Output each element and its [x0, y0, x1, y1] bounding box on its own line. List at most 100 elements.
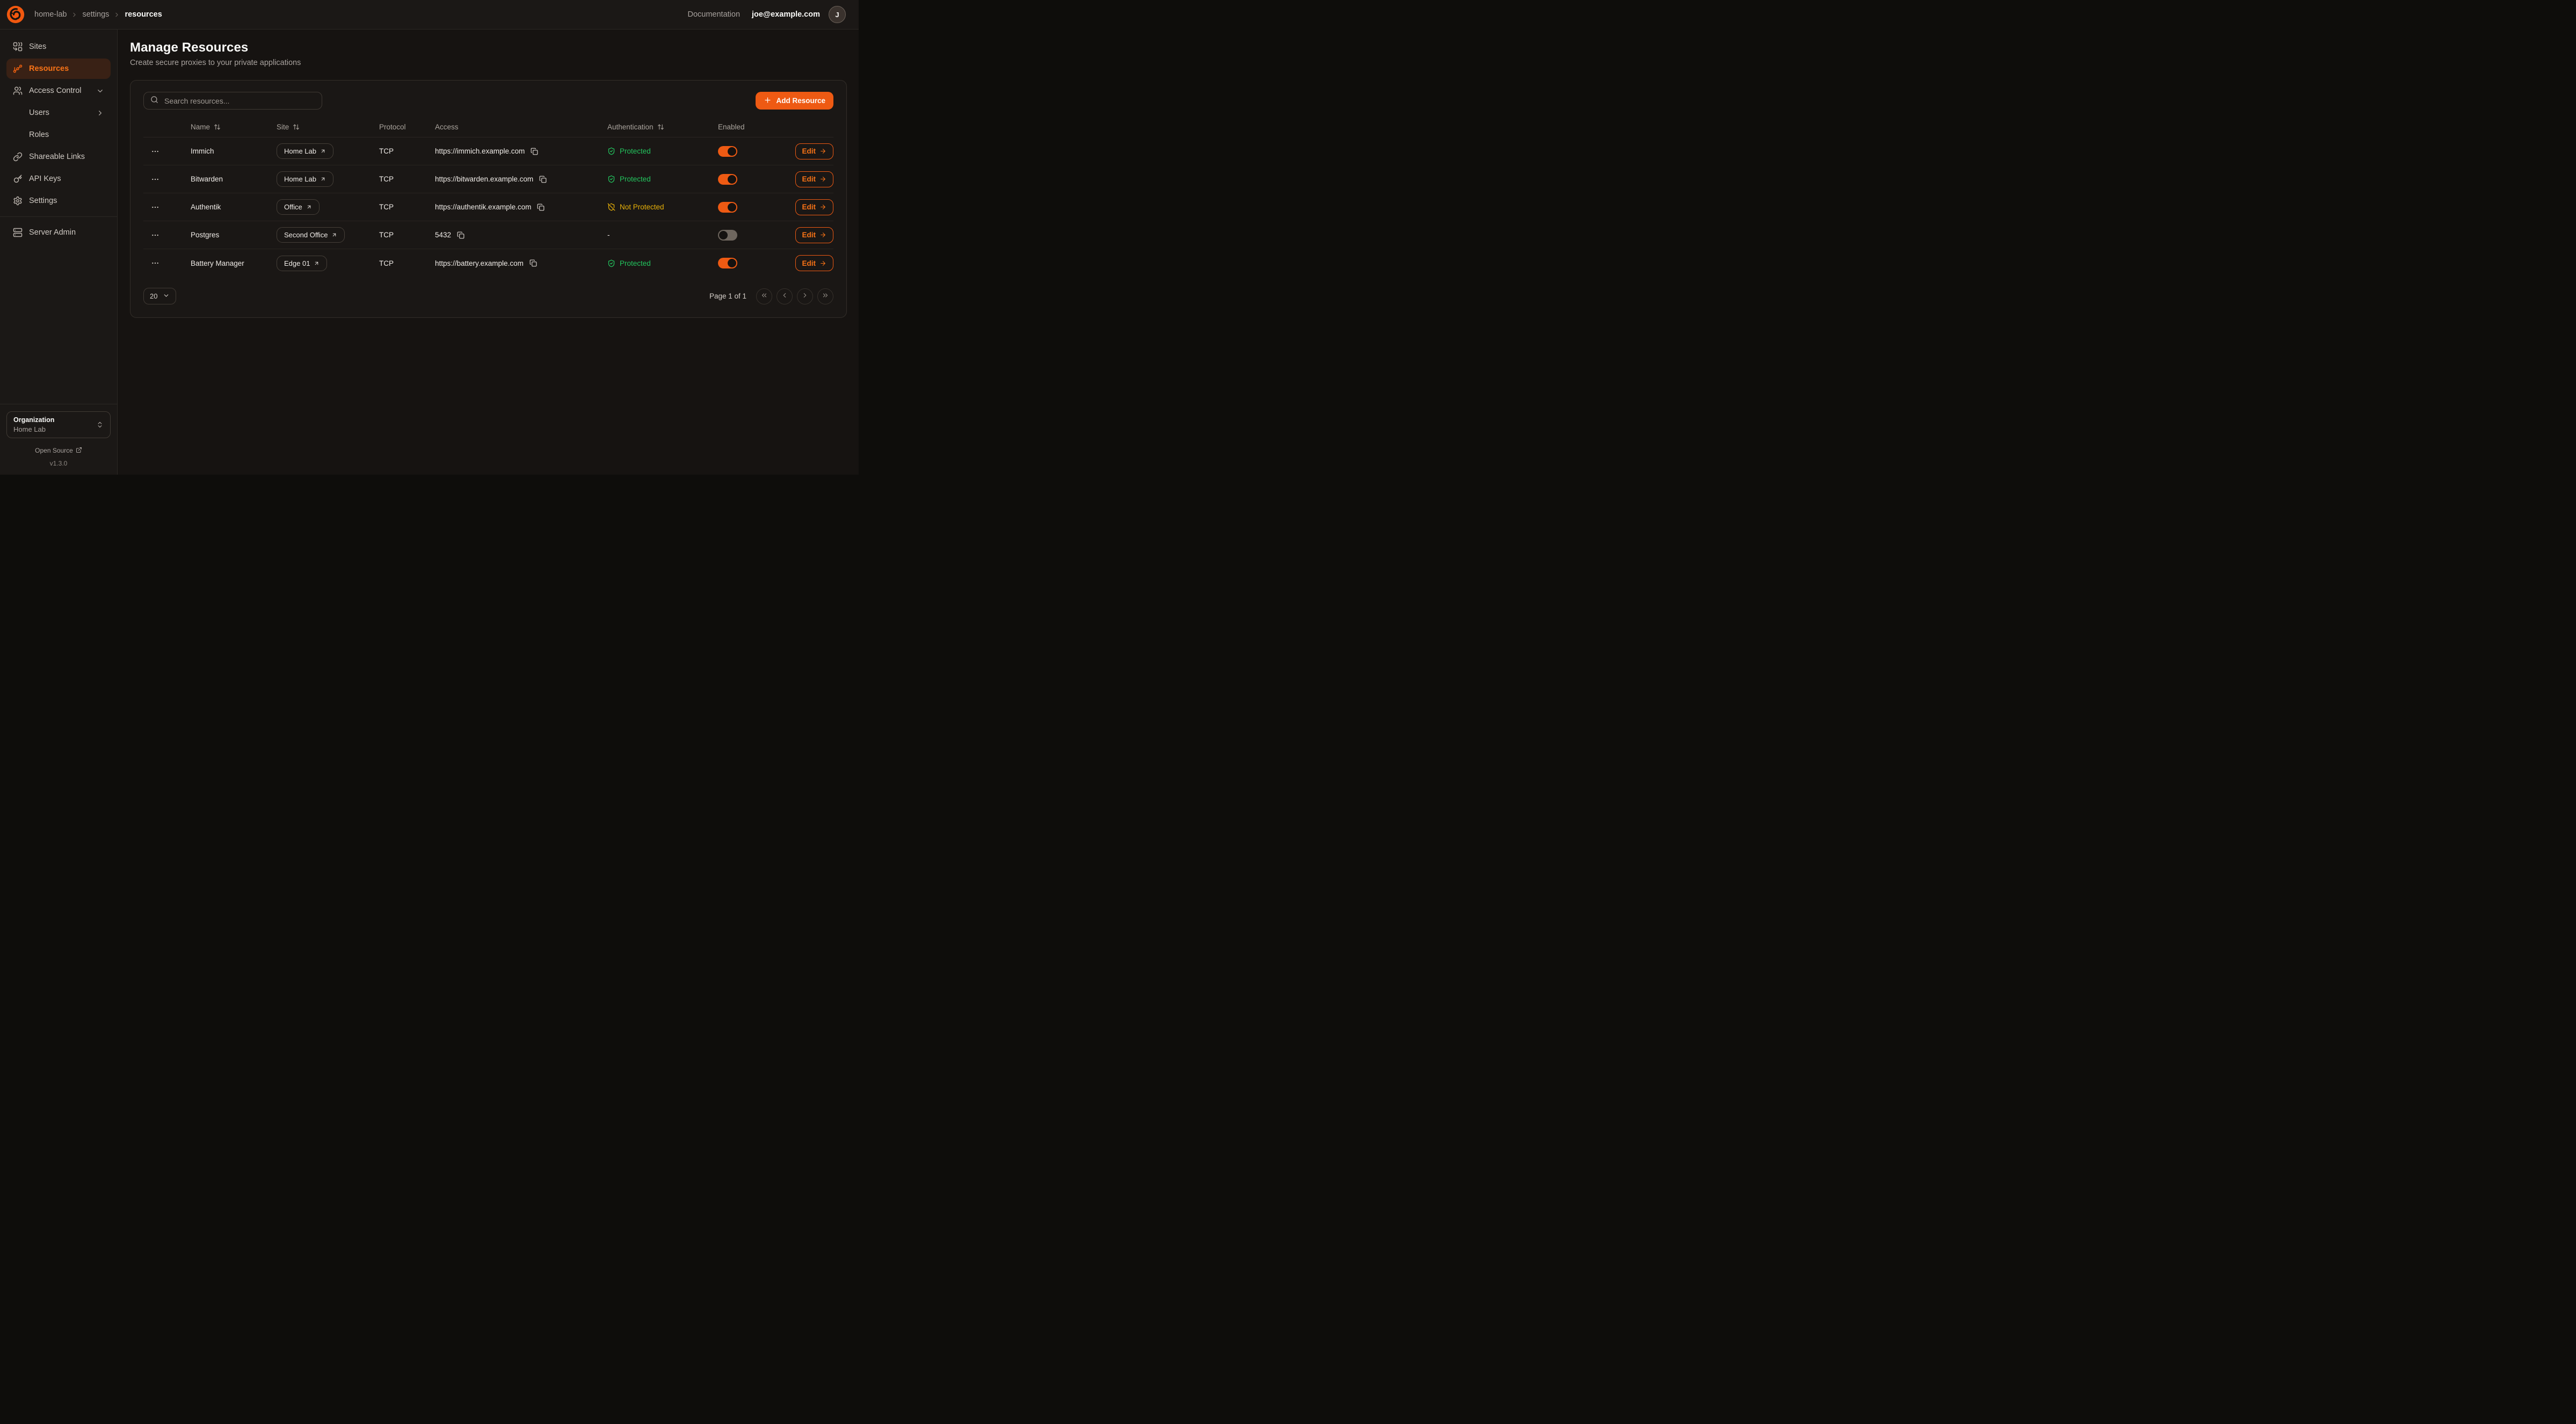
next-page-button[interactable] [797, 288, 813, 304]
breadcrumb-org[interactable]: home-lab [34, 10, 67, 19]
page-title: Manage Resources [130, 40, 847, 55]
edit-button[interactable]: Edit [795, 171, 834, 187]
access-value: https://bitwarden.example.com [435, 175, 533, 183]
enabled-toggle[interactable] [718, 174, 737, 185]
user-avatar[interactable]: J [829, 6, 846, 23]
sort-icon [293, 123, 300, 130]
ellipsis-icon [151, 147, 159, 156]
sidebar-item-roles[interactable]: Roles [6, 125, 111, 145]
copy-icon[interactable] [529, 147, 539, 156]
chevron-down-icon [96, 87, 104, 95]
column-label: Access [435, 123, 459, 131]
toggle-knob [728, 259, 736, 267]
auth-status: Protected [607, 175, 651, 183]
documentation-link[interactable]: Documentation [688, 10, 741, 19]
auth-status: Protected [607, 259, 651, 267]
protocol: TCP [379, 203, 435, 211]
shield-check-icon [607, 259, 615, 267]
external-link-icon [76, 447, 82, 455]
breadcrumb-separator-icon [113, 11, 120, 18]
enabled-toggle[interactable] [718, 230, 737, 241]
enabled-toggle[interactable] [718, 146, 737, 157]
enabled-toggle[interactable] [718, 258, 737, 268]
edit-button[interactable]: Edit [795, 227, 834, 243]
organization-selector[interactable]: Organization Home Lab [6, 411, 111, 438]
plus-icon [764, 96, 772, 106]
arrow-right-icon [819, 260, 826, 267]
toggle-knob [728, 203, 736, 212]
sidebar-item-settings[interactable]: Settings [6, 191, 111, 211]
edit-button[interactable]: Edit [795, 199, 834, 215]
sidebar-item-resources[interactable]: Resources [6, 59, 111, 79]
sidebar-item-label: Resources [29, 64, 69, 73]
column-header-name[interactable]: Name [191, 123, 277, 131]
row-menu-button[interactable] [143, 258, 163, 268]
chevrons-right-icon [822, 292, 829, 301]
waypoints-icon [13, 64, 23, 74]
shield-check-icon [607, 175, 615, 183]
sidebar-item-users[interactable]: Users [6, 103, 111, 123]
sidebar-item-label: Users [29, 108, 49, 117]
site-badge[interactable]: Second Office [277, 227, 345, 243]
auth-status: Not Protected [607, 203, 664, 211]
breadcrumb-settings[interactable]: settings [82, 10, 109, 19]
column-header-authentication[interactable]: Authentication [607, 123, 718, 131]
page-info: Page 1 of 1 [709, 292, 746, 300]
site-badge[interactable]: Home Lab [277, 143, 333, 159]
edit-button[interactable]: Edit [795, 255, 834, 271]
resource-name: Authentik [191, 203, 277, 211]
ellipsis-icon [151, 231, 159, 239]
first-page-button[interactable] [756, 288, 772, 304]
row-menu-button[interactable] [143, 202, 163, 213]
column-label: Site [277, 123, 289, 131]
resource-name: Postgres [191, 231, 277, 239]
site-badge[interactable]: Home Lab [277, 171, 333, 187]
open-source-link[interactable]: Open Source [35, 447, 82, 455]
row-menu-button[interactable] [143, 230, 163, 241]
access-value: 5432 [435, 231, 451, 239]
table-row-immich: ImmichHome LabTCPhttps://immich.example.… [143, 137, 833, 165]
edit-button[interactable]: Edit [795, 143, 834, 159]
copy-icon[interactable] [538, 175, 548, 184]
user-email[interactable]: joe@example.com [752, 10, 820, 19]
breadcrumb: home-lab settings resources [34, 10, 162, 19]
sidebar-item-access-control[interactable]: Access Control [6, 81, 111, 101]
version-label: v1.3.0 [6, 460, 111, 467]
gear-icon [13, 196, 23, 206]
site-badge[interactable]: Edge 01 [277, 256, 327, 271]
arrow-right-icon [819, 148, 826, 155]
sidebar-item-server-admin[interactable]: Server Admin [6, 222, 111, 243]
auth-label: Protected [620, 259, 651, 267]
chevron-right-icon [801, 292, 809, 301]
previous-page-button[interactable] [777, 288, 793, 304]
copy-icon[interactable] [456, 230, 466, 240]
search-icon [150, 96, 158, 106]
add-resource-button[interactable]: Add Resource [756, 92, 833, 110]
access-value: https://immich.example.com [435, 147, 525, 155]
copy-icon[interactable] [528, 258, 538, 268]
row-menu-button[interactable] [143, 174, 163, 185]
sort-icon [657, 123, 664, 130]
site-badge[interactable]: Office [277, 199, 320, 215]
column-header-site[interactable]: Site [277, 123, 379, 131]
sidebar-item-api-keys[interactable]: API Keys [6, 169, 111, 189]
main-content: Manage Resources Create secure proxies t… [118, 30, 859, 475]
chevron-left-icon [781, 292, 788, 301]
enabled-toggle[interactable] [718, 202, 737, 213]
search-input[interactable] [163, 96, 315, 106]
add-resource-label: Add Resource [776, 97, 825, 105]
site-name: Second Office [284, 231, 328, 239]
sidebar-item-sites[interactable]: Sites [6, 37, 111, 57]
chevrons-left-icon [760, 292, 768, 301]
auth-label: Protected [620, 175, 651, 183]
site-name: Home Lab [284, 147, 316, 155]
last-page-button[interactable] [817, 288, 833, 304]
page-size-select[interactable]: 20 [143, 288, 176, 304]
combine-icon [13, 42, 23, 52]
table-row-battery-manager: Battery ManagerEdge 01TCPhttps://battery… [143, 249, 833, 277]
copy-icon[interactable] [536, 202, 546, 212]
sidebar-item-shareable-links[interactable]: Shareable Links [6, 147, 111, 167]
organization-value: Home Lab [13, 425, 96, 434]
row-menu-button[interactable] [143, 146, 163, 157]
breadcrumb-separator-icon [71, 11, 78, 18]
